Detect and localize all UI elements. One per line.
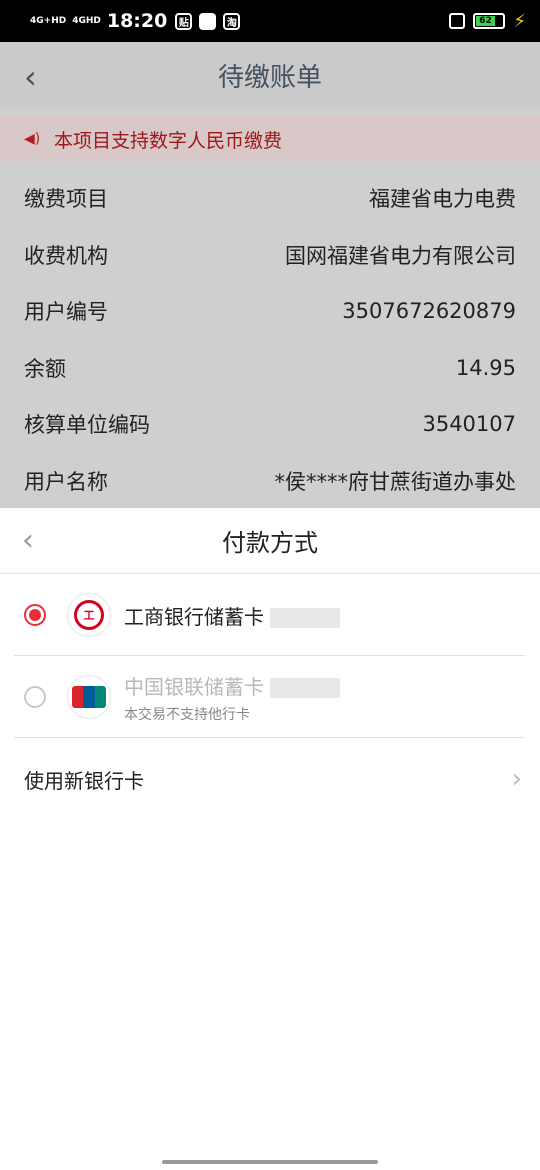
radio-unselected [24,686,46,708]
status-bar: 4G+HD 4GHD 18:20 贴 淘 62 ⚡ [0,0,540,42]
payment-method-sheet: ‹ 付款方式 工 工商银行储蓄卡 中国银联储蓄卡 本交易不支持他行卡 使用新银行… [0,508,540,1170]
payment-option-icbc[interactable]: 工 工商银行储蓄卡 [0,574,540,656]
chevron-right-icon: › [511,764,522,794]
notice-text: 本项目支持数字人民币缴费 [54,129,283,152]
bank-name-text: 中国银联储蓄卡 [124,674,264,699]
info-row: 缴费项目 福建省电力电费 [0,170,540,227]
info-value: 国网福建省电力有限公司 [285,243,516,268]
home-indicator[interactable] [162,1160,378,1164]
icbc-logo-icon: 工 [68,594,110,636]
page-header: ‹ 待缴账单 [0,42,540,108]
info-row: 核算单位编码 3540107 [0,396,540,453]
bank-restriction-note: 本交易不支持他行卡 [124,706,250,723]
bank-name: 工商银行储蓄卡 [124,601,340,630]
new-card-label: 使用新银行卡 [24,768,144,793]
info-value: 14.95 [455,355,516,380]
masked-card-number [270,608,340,628]
clock: 18:20 [106,10,168,32]
bank-text: 工商银行储蓄卡 [124,601,340,630]
status-right: 62 ⚡ [449,11,526,32]
bank-text: 中国银联储蓄卡 本交易不支持他行卡 [124,671,340,724]
info-label: 收费机构 [24,243,108,268]
info-label: 用户编号 [24,300,108,325]
bank-name: 中国银联储蓄卡 [124,671,340,700]
unionpay-mark [72,686,106,708]
info-label: 余额 [24,356,66,381]
radio-selected[interactable] [24,604,46,626]
vibrate-icon [449,13,466,29]
notification-icon: 贴 [175,12,193,30]
page-title: 待缴账单 [217,62,322,93]
info-value: 3540107 [422,412,516,437]
charging-icon: ⚡ [513,10,526,32]
payment-option-unionpay: 中国银联储蓄卡 本交易不支持他行卡 [0,656,540,738]
back-icon[interactable]: ‹ [22,523,34,558]
info-value: 3507672620879 [342,299,516,324]
info-row: 收费机构 国网福建省电力有限公司 [0,227,540,284]
signal-icon: 4G+HD [30,15,67,26]
new-card-button[interactable]: 使用新银行卡 › [0,738,540,820]
bill-info-list: 缴费项目 福建省电力电费 收费机构 国网福建省电力有限公司 用户编号 35076726… [0,170,540,509]
info-value: *侯****府甘蔗街道办事处 [274,469,517,494]
info-value: 福建省电力电费 [369,187,516,212]
signal-icon-2: 4GHD [72,15,101,26]
info-row: 用户编号 3507672620879 [0,283,540,340]
masked-card-number [270,678,340,698]
battery-icon: 62 [473,13,506,29]
app-icon [199,12,217,30]
battery-level: 62 [476,16,495,26]
unionpay-logo-icon [68,676,110,718]
info-label: 缴费项目 [24,187,108,212]
notice-banner: ◀) 本项目支持数字人民币缴费 [0,116,540,162]
info-label: 用户名称 [24,469,108,494]
sheet-header: ‹ 付款方式 [0,508,540,574]
speaker-icon: ◀) [24,131,41,147]
back-icon[interactable]: ‹ [24,58,37,96]
bank-name-text: 工商银行储蓄卡 [124,604,264,629]
bill-page: ‹ 待缴账单 ◀) 本项目支持数字人民币缴费 缴费项目 福建省电力电费 收费机构 国… [0,42,540,508]
sheet-title: 付款方式 [222,529,318,557]
info-row: 余额 14.95 [0,340,540,397]
icbc-mark: 工 [74,600,104,630]
info-label: 核算单位编码 [24,413,150,438]
info-row: 用户名称 *侯****府甘蔗街道办事处 [0,453,540,510]
taobao-icon: 淘 [223,12,241,30]
